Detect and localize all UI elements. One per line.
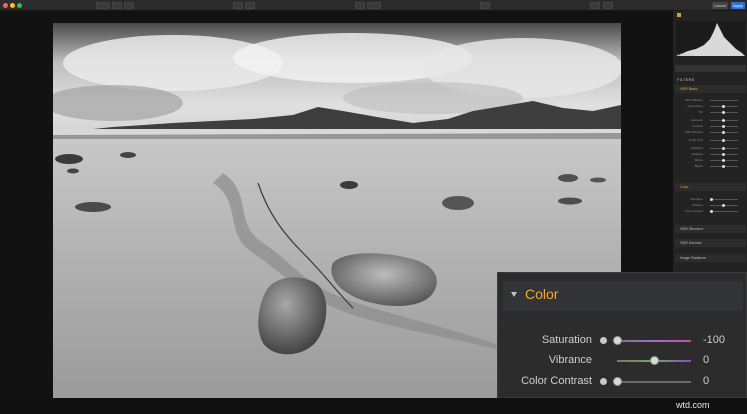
zoom-fit-button[interactable]	[96, 2, 110, 9]
histogram-icon[interactable]	[677, 13, 681, 17]
layers-heading: LAYERS	[677, 52, 694, 57]
undo-button[interactable]	[355, 2, 365, 9]
color-contrast-reset-dot[interactable]	[600, 378, 607, 385]
section-hdr-basic-label: HDR Basic	[680, 87, 698, 91]
section-image-radiance-label: Image Radiance	[680, 256, 707, 260]
color-row[interactable]: Color Contrast	[676, 209, 745, 213]
cancel-button[interactable]: Cancel	[712, 2, 728, 9]
saturation-slider-knob[interactable]	[612, 336, 622, 345]
saturation-value: -100	[703, 334, 726, 346]
split-view-button[interactable]	[245, 2, 255, 9]
section-hdr-denoise-label: HDR Denoise	[680, 241, 702, 245]
app-window: Cancel Apply LAYERS FILTERS HDR Basic Wh…	[0, 0, 747, 414]
hdr-basic-row[interactable]: HDR Enhance	[676, 130, 745, 134]
share-button[interactable]	[603, 2, 613, 9]
chevron-down-icon[interactable]	[511, 292, 517, 297]
hdr-basic-row[interactable]: Shadows	[676, 152, 745, 156]
histogram-graphic	[676, 23, 745, 56]
top-toolbar: Cancel Apply	[0, 0, 747, 11]
vibrance-label: Vibrance	[548, 354, 592, 366]
section-hdr-structure[interactable]: HDR Structure	[675, 225, 746, 233]
saturation-row[interactable]: Saturation -100	[498, 334, 747, 348]
hdr-basic-row[interactable]: Highlights	[676, 146, 745, 150]
hdr-basic-row[interactable]: Whites	[676, 158, 745, 162]
color-contrast-slider-knob[interactable]	[612, 377, 622, 386]
preview-eye-button[interactable]	[233, 2, 243, 9]
color-section-header[interactable]: Color	[503, 281, 743, 311]
color-contrast-row[interactable]: Color Contrast 0	[498, 375, 747, 389]
view-mode-button[interactable]	[112, 2, 122, 9]
compare-button[interactable]	[124, 2, 134, 9]
color-row[interactable]: Saturation	[676, 197, 745, 201]
saturation-track[interactable]	[617, 340, 691, 342]
maximize-window-icon[interactable]	[17, 3, 22, 8]
vibrance-row[interactable]: Vibrance 0	[498, 354, 747, 368]
color-panel-zoom: Color Saturation -100 Vibrance 0 Color C…	[497, 272, 747, 398]
apply-button[interactable]: Apply	[731, 2, 745, 9]
section-color-label: Color	[680, 185, 689, 189]
bottom-strip	[0, 398, 747, 414]
color-contrast-track[interactable]	[617, 381, 691, 383]
histogram	[676, 21, 745, 56]
hdr-basic-row[interactable]: Exposure	[676, 118, 745, 122]
saturation-reset-dot[interactable]	[600, 337, 607, 344]
layer-row[interactable]	[675, 65, 746, 72]
hdr-basic-row[interactable]: Temperature	[676, 104, 745, 108]
hdr-basic-row[interactable]: Contrast	[676, 124, 745, 128]
color-section-title: Color	[525, 286, 559, 302]
vibrance-value: 0	[703, 354, 710, 366]
minimize-window-icon[interactable]	[10, 3, 15, 8]
saturation-label: Saturation	[541, 334, 592, 346]
color-contrast-label: Color Contrast	[521, 375, 592, 387]
hdr-basic-row[interactable]: Tint	[676, 110, 745, 114]
history-button[interactable]	[367, 2, 381, 9]
vibrance-slider-knob[interactable]	[649, 356, 659, 365]
section-image-radiance[interactable]: Image Radiance	[675, 254, 746, 262]
color-row[interactable]: Vibrance	[676, 203, 745, 207]
filters-heading: FILTERS	[677, 77, 695, 82]
panel-toggle-button[interactable]	[590, 2, 600, 9]
section-hdr-basic[interactable]: HDR Basic	[675, 85, 746, 93]
section-hdr-structure-label: HDR Structure	[680, 227, 704, 231]
hdr-basic-row[interactable]: Smart Tone	[676, 138, 745, 142]
section-color[interactable]: Color	[675, 183, 746, 191]
crop-button[interactable]	[480, 2, 490, 9]
color-contrast-value: 0	[703, 375, 710, 387]
section-hdr-denoise[interactable]: HDR Denoise	[675, 239, 746, 247]
hdr-basic-row[interactable]: White Balance	[676, 98, 745, 102]
watermark: wtd.com	[676, 400, 710, 410]
hdr-basic-row[interactable]: Blacks	[676, 164, 745, 168]
close-window-icon[interactable]	[3, 3, 8, 8]
